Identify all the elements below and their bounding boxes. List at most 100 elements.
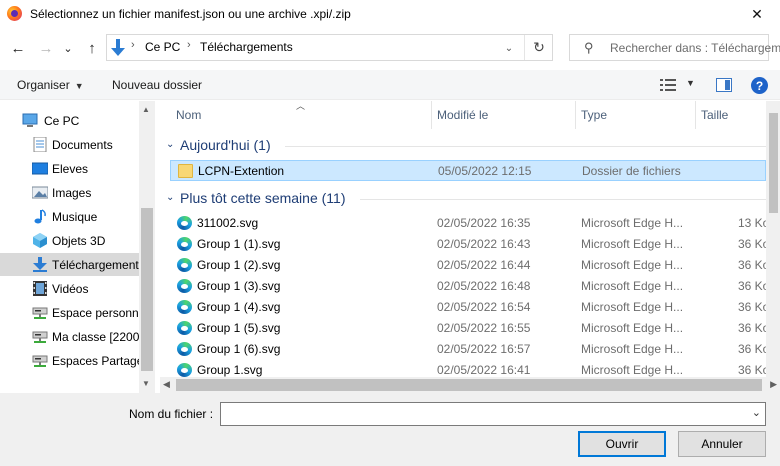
up-button[interactable]: ↑ xyxy=(82,38,102,58)
images-icon xyxy=(32,186,48,199)
list-item[interactable]: LCPN-Extention 05/05/2022 12:15 Dossier … xyxy=(170,160,766,181)
list-item[interactable]: Group 1 (3).svg 02/05/2022 16:48 Microso… xyxy=(170,276,769,297)
sidebar-item-videos[interactable]: Vidéos xyxy=(0,277,140,300)
address-bar[interactable]: › Ce PC › Téléchargements ⌄ ↻ xyxy=(106,34,553,61)
sidebar-item-musique[interactable]: Musique xyxy=(0,205,140,228)
sidebar-item-images[interactable]: Images xyxy=(0,181,140,204)
list-item[interactable]: 311002.svg 02/05/2022 16:35 Microsoft Ed… xyxy=(170,213,769,234)
open-button[interactable]: Ouvrir xyxy=(578,431,666,457)
list-item[interactable]: Group 1 (6).svg 02/05/2022 16:57 Microso… xyxy=(170,339,769,360)
folder-icon xyxy=(178,164,193,178)
music-icon xyxy=(34,209,46,224)
scroll-down-icon[interactable]: ▼ xyxy=(142,379,150,388)
list-item[interactable]: Group 1 (1).svg 02/05/2022 16:43 Microso… xyxy=(170,234,769,255)
window-title: Sélectionnez un fichier manifest.json ou… xyxy=(30,7,351,21)
documents-icon xyxy=(33,137,47,152)
sort-ascending-icon: ︿ xyxy=(296,101,306,111)
cancel-button[interactable]: Annuler xyxy=(678,431,766,457)
chevron-down-icon[interactable]: ⌄ xyxy=(752,406,761,419)
edge-icon xyxy=(177,237,192,251)
command-toolbar: Organiser ▼ Nouveau dossier ▼ ? xyxy=(0,70,780,100)
new-folder-button[interactable]: Nouveau dossier xyxy=(112,78,202,92)
scrollbar-thumb[interactable] xyxy=(769,113,778,213)
list-item[interactable]: Group 1 (4).svg 02/05/2022 16:54 Microso… xyxy=(170,297,769,318)
scrollbar-thumb[interactable] xyxy=(176,379,762,391)
download-icon xyxy=(33,257,47,272)
recent-locations-button[interactable]: ⌄ xyxy=(58,38,78,58)
chevron-down-icon: ⌄ xyxy=(166,192,175,203)
close-button[interactable]: ✕ xyxy=(734,0,780,28)
refresh-button[interactable]: ↻ xyxy=(524,35,553,60)
view-dropdown-button[interactable]: ▼ xyxy=(686,78,695,88)
group-divider xyxy=(285,146,770,147)
edge-icon xyxy=(177,300,192,314)
view-options-icon[interactable] xyxy=(660,79,676,91)
dialog-footer: Nom du fichier : ⌄ Ouvrir Annuler xyxy=(0,393,780,466)
address-dropdown-button[interactable]: ⌄ xyxy=(499,39,519,57)
scroll-right-icon[interactable]: ▶ xyxy=(770,379,777,390)
edge-icon xyxy=(177,321,192,335)
chevron-down-icon: ⌄ xyxy=(166,139,175,150)
group-divider xyxy=(360,199,770,200)
sidebar-item-espace-personnel[interactable]: Espace personnel xyxy=(0,301,140,324)
edge-icon xyxy=(177,216,192,230)
filename-input[interactable]: ⌄ xyxy=(220,402,766,426)
network-drive-icon xyxy=(32,355,48,367)
group-header-today[interactable]: ⌄ Aujourd'hui (1) xyxy=(160,135,770,157)
desktop-icon xyxy=(32,162,48,175)
column-header-size[interactable]: Taille xyxy=(701,101,728,129)
file-list-horizontal-scrollbar[interactable]: ◀ ▶ xyxy=(160,377,780,393)
network-drive-icon xyxy=(32,331,48,343)
edge-icon xyxy=(177,342,192,356)
search-icon: ⚲ xyxy=(584,40,594,55)
file-list: ︿ Nom Modifié le Type Taille ⌄ Aujourd'h… xyxy=(160,101,780,393)
list-item[interactable]: Group 1 (5).svg 02/05/2022 16:55 Microso… xyxy=(170,318,769,339)
firefox-icon xyxy=(7,6,22,21)
column-divider[interactable] xyxy=(575,101,576,129)
sidebar-item-telechargements[interactable]: Téléchargements xyxy=(0,253,140,276)
column-header-name[interactable]: Nom xyxy=(176,101,201,129)
breadcrumb-separator[interactable]: › xyxy=(187,39,191,51)
column-divider[interactable] xyxy=(431,101,432,129)
list-item[interactable]: Group 1 (2).svg 02/05/2022 16:44 Microso… xyxy=(170,255,769,276)
edge-icon xyxy=(177,258,192,272)
help-icon[interactable]: ? xyxy=(751,77,768,94)
search-input[interactable]: ⚲ Rechercher dans : Téléchargements xyxy=(569,34,780,61)
breadcrumb-ce-pc[interactable]: Ce PC xyxy=(145,40,180,54)
preview-pane-icon[interactable] xyxy=(716,78,732,92)
network-drive-icon xyxy=(32,307,48,319)
sidebar-item-espaces-partages[interactable]: Espaces Partagé xyxy=(0,349,140,372)
sidebar-item-objets-3d[interactable]: Objets 3D xyxy=(0,229,140,252)
navigation-pane: Ce PC Documents Eleves Images Musique Ob… xyxy=(0,101,155,393)
column-header-type[interactable]: Type xyxy=(581,101,607,129)
organize-label: Organiser xyxy=(17,78,70,92)
pc-icon xyxy=(22,113,38,127)
column-header-modified[interactable]: Modifié le xyxy=(437,101,488,129)
file-list-vertical-scrollbar[interactable] xyxy=(766,101,780,377)
column-divider[interactable] xyxy=(695,101,696,129)
objects3d-icon xyxy=(33,233,47,248)
scroll-left-icon[interactable]: ◀ xyxy=(163,379,170,390)
scroll-up-icon[interactable]: ▲ xyxy=(142,105,150,114)
sidebar-item-ma-classe[interactable]: Ma classe [22001 xyxy=(0,325,140,348)
title-bar: Sélectionnez un fichier manifest.json ou… xyxy=(0,0,780,28)
filename-label: Nom du fichier : xyxy=(129,407,214,421)
forward-button[interactable]: → xyxy=(36,38,56,58)
organize-menu[interactable]: Organiser ▼ xyxy=(17,78,84,92)
sidebar-item-documents[interactable]: Documents xyxy=(0,133,140,156)
back-button[interactable]: ← xyxy=(8,38,28,58)
group-header-earlier-this-week[interactable]: ⌄ Plus tôt cette semaine (11) xyxy=(160,188,770,210)
videos-icon xyxy=(33,281,47,296)
search-placeholder: Rechercher dans : Téléchargements xyxy=(610,41,780,55)
chevron-down-icon: ▼ xyxy=(74,81,84,91)
navigation-bar: ← → ⌄ ↑ › Ce PC › Téléchargements ⌄ ↻ ⚲ … xyxy=(0,30,780,66)
nav-pane-scrollbar[interactable]: ▲ ▼ xyxy=(139,101,154,393)
download-icon xyxy=(111,39,125,56)
sidebar-item-ce-pc[interactable]: Ce PC xyxy=(0,109,140,132)
breadcrumb-telechargements[interactable]: Téléchargements xyxy=(200,40,293,54)
edge-icon xyxy=(177,279,192,293)
edge-icon xyxy=(177,363,192,377)
scrollbar-thumb[interactable] xyxy=(141,208,153,371)
sidebar-item-eleves[interactable]: Eleves xyxy=(0,157,140,180)
breadcrumb-separator[interactable]: › xyxy=(131,39,135,51)
